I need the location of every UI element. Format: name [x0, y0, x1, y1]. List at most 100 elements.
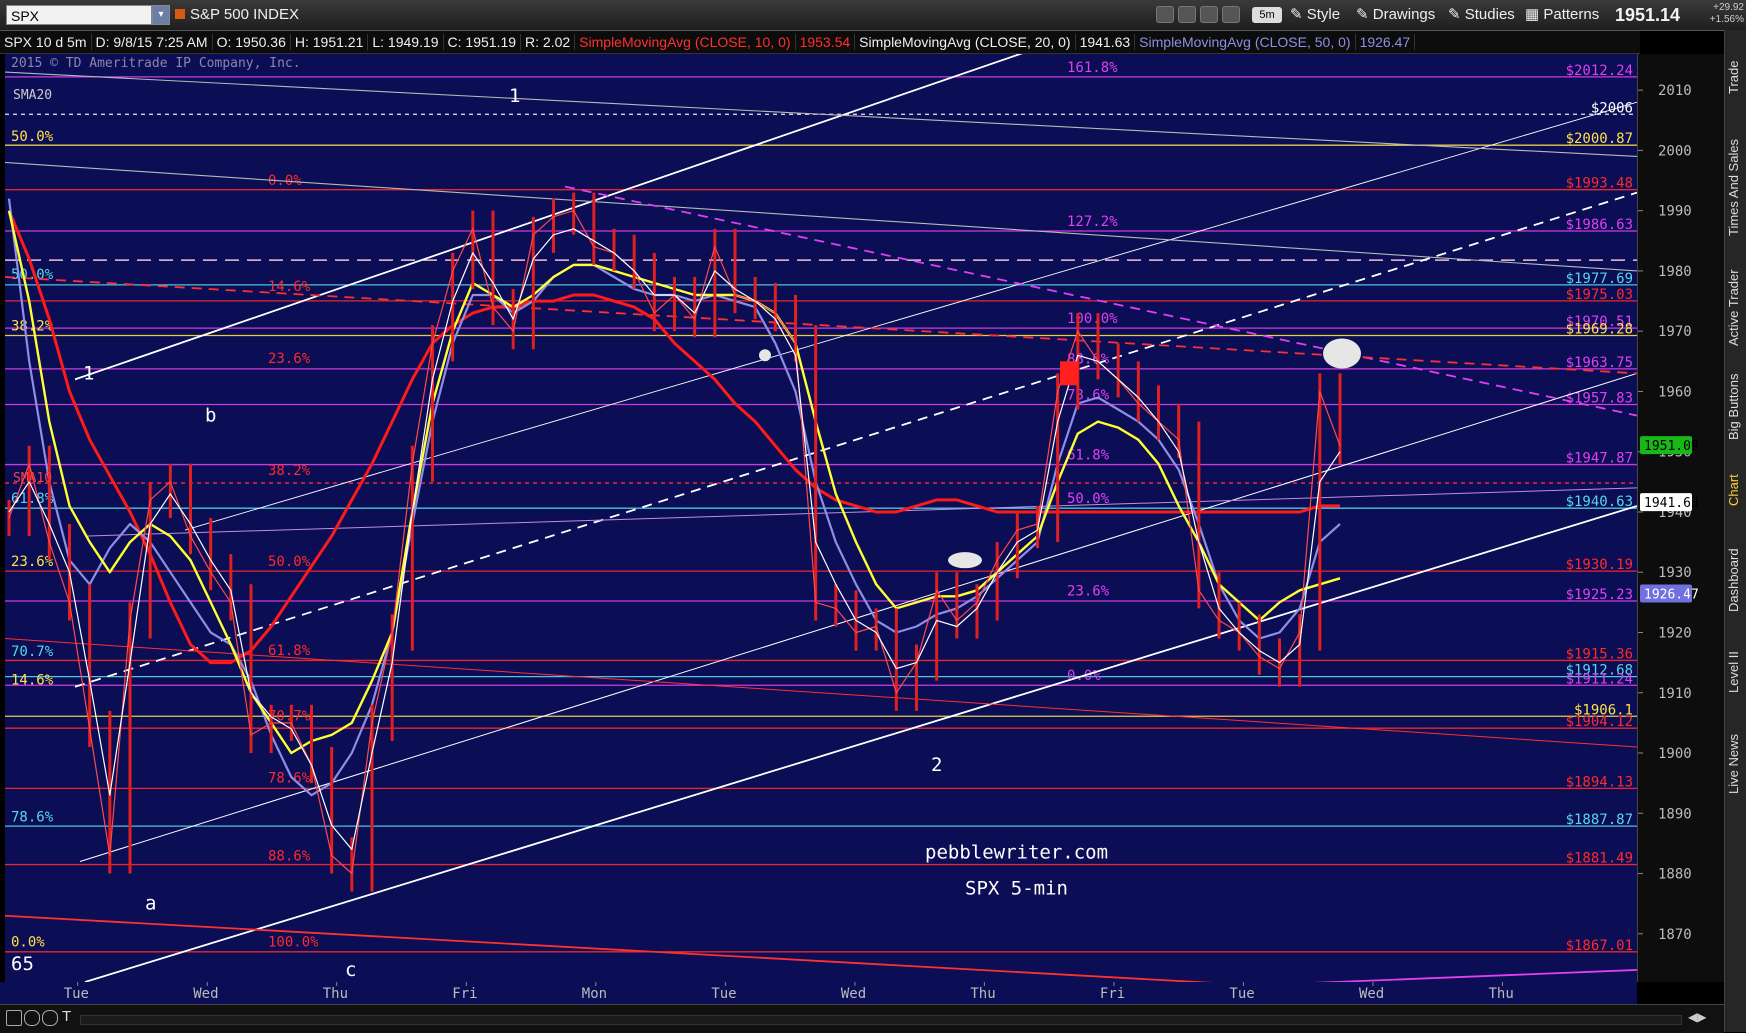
- sma20-value: 1941.63: [1075, 34, 1136, 50]
- x-tick-label: Fri: [1100, 986, 1125, 1002]
- fib-level-label: 50.0%: [11, 129, 54, 145]
- target-icon[interactable]: [1178, 6, 1196, 23]
- sma20-label[interactable]: SimpleMovingAvg (CLOSE, 20, 0): [855, 34, 1076, 50]
- tools-icon[interactable]: [1200, 6, 1218, 23]
- text-tool-icon[interactable]: T: [62, 1008, 71, 1025]
- wave-label: b: [205, 405, 216, 427]
- price-level-label: $1940.63: [1566, 494, 1633, 510]
- scroll-arrows-icon[interactable]: ◀▶: [1688, 1010, 1706, 1024]
- patterns-menu-button[interactable]: ▦ Patterns: [1525, 5, 1599, 25]
- y-tick-label: 1990: [1658, 204, 1692, 220]
- trend-line: [4, 276, 1638, 375]
- fib-level-label: 0.0%: [11, 934, 45, 950]
- bar-open: O: 1950.36: [212, 34, 291, 50]
- x-tick-label: Tue: [1229, 986, 1254, 1002]
- sma50-label[interactable]: SimpleMovingAvg (CLOSE, 50, 0): [1135, 34, 1356, 50]
- symbol-input[interactable]: SPX: [6, 5, 152, 25]
- wave-label: a: [145, 893, 156, 915]
- x-tick-label: Tue: [64, 986, 89, 1002]
- screenshot-icon[interactable]: [1156, 6, 1174, 23]
- studies-menu-button[interactable]: ✎ Studies: [1448, 5, 1515, 25]
- wave-label: 65: [11, 953, 34, 975]
- sma10-label[interactable]: SimpleMovingAvg (CLOSE, 10, 0): [575, 34, 796, 50]
- zoom-in-icon[interactable]: [24, 1010, 40, 1026]
- price-axis-svg: 1870188018901900191019201930194019501960…: [1638, 83, 1699, 943]
- x-tick-label: Wed: [193, 986, 218, 1002]
- price-badge-label: 1951.09: [1644, 439, 1699, 454]
- trend-line: [4, 914, 1306, 989]
- style-label: Style: [1306, 6, 1341, 23]
- watermark-title: SPX 5-min: [965, 878, 1068, 900]
- price-level-label: $1977.69: [1566, 271, 1633, 287]
- price-level-label: $1894.13: [1566, 774, 1633, 790]
- fib-level-label: 100.0%: [1067, 311, 1118, 327]
- fib-level-label: 78.6%: [11, 810, 54, 826]
- sidebar-tab-live-news[interactable]: Live News: [1726, 714, 1746, 814]
- sma10-value: 1953.54: [795, 34, 856, 50]
- fib-level-label: 88.6%: [268, 848, 311, 864]
- fib-level-label: 100.0%: [268, 934, 319, 950]
- fib-level-label: 38.2%: [268, 463, 311, 479]
- fib-level-label: 23.6%: [11, 554, 54, 570]
- x-tick-label: Mon: [582, 986, 607, 1002]
- fib-level-label: 61.8%: [1067, 448, 1110, 464]
- price-level-label: $2012.24: [1566, 63, 1633, 79]
- timeframe-selector[interactable]: 5m: [1252, 7, 1282, 23]
- sidebar-tab-times-and-sales[interactable]: Times And Sales: [1726, 122, 1746, 252]
- percent-change: +1.56%: [1709, 14, 1744, 25]
- x-tick-label: Thu: [970, 986, 995, 1002]
- sidebar-tab-chart[interactable]: Chart: [1726, 456, 1746, 524]
- symbol-dropdown-button[interactable]: ▾: [152, 5, 170, 25]
- sidebar-tab-trade[interactable]: Trade: [1726, 38, 1746, 116]
- sidebar-tab-level-ii[interactable]: Level II: [1726, 636, 1746, 708]
- change-readout: +29.92 +1.56%: [1700, 2, 1744, 26]
- y-tick-label: 1960: [1658, 384, 1692, 400]
- sma10-tag: SMA10: [13, 471, 52, 486]
- price-chart-svg: 2015 © TD Ameritrade IP Company, Inc. $20…: [4, 41, 1638, 989]
- sidebar-tab-big-buttons[interactable]: Big Buttons: [1726, 364, 1746, 450]
- chart-toolbar: SPX ▾ S&P 500 INDEX 5m ✎ Style ✎ Drawing…: [0, 0, 1746, 31]
- price-level-label: $1975.03: [1566, 287, 1633, 303]
- wave-label: 1: [83, 362, 94, 384]
- sidebar-tab-active-trader[interactable]: Active Trader: [1726, 258, 1746, 358]
- chart-plot-area[interactable]: 2015 © TD Ameritrade IP Company, Inc. $20…: [4, 41, 1638, 989]
- y-tick-label: 1880: [1658, 867, 1692, 883]
- fib-level-label: 50.0%: [268, 554, 311, 570]
- x-tick-label: Wed: [1359, 986, 1384, 1002]
- y-tick-label: 1910: [1658, 686, 1692, 702]
- fib-level-label: 70.7%: [11, 644, 54, 660]
- style-menu-button[interactable]: ✎ Style: [1290, 5, 1340, 25]
- marker-ellipse-large: [1323, 338, 1361, 369]
- price-level-label: $1887.87: [1566, 812, 1633, 828]
- net-change: +29.92: [1713, 2, 1744, 13]
- wrench-icon[interactable]: [1222, 6, 1240, 23]
- price-level-label: $2000.87: [1566, 131, 1633, 147]
- price-axis[interactable]: 1870188018901900191019201930194019501960…: [1637, 54, 1726, 982]
- drawings-menu-button[interactable]: ✎ Drawings: [1356, 5, 1435, 25]
- marker-ellipse: [948, 552, 982, 569]
- sidebar-tab-dashboard[interactable]: Dashboard: [1726, 530, 1746, 630]
- studies-label: Studies: [1464, 6, 1515, 23]
- price-level-label: $1947.87: [1566, 451, 1633, 467]
- time-axis[interactable]: Tue Wed Thu Fri Mon Tue Wed Thu Fri Tue Wed Thu: [0, 982, 1637, 1004]
- price-level-label: $1986.63: [1566, 217, 1633, 233]
- sma20-tag: SMA20: [13, 88, 52, 103]
- patterns-label: Patterns: [1543, 6, 1600, 23]
- price-level-label: $1881.49: [1566, 851, 1633, 867]
- time-axis-svg: Tue Wed Thu Fri Mon Tue Wed Thu Fri Tue Wed Thu: [64, 982, 1514, 1002]
- horizontal-scrollbar[interactable]: [80, 1015, 1682, 1025]
- zoom-out-icon[interactable]: [42, 1010, 58, 1026]
- price-level-label: $1867.01: [1566, 938, 1633, 954]
- price-level-label: $1915.36: [1566, 646, 1633, 662]
- y-tick-label: 2000: [1658, 143, 1692, 159]
- symbol-color-swatch: [175, 9, 185, 19]
- price-badge-label: 1926.47: [1644, 588, 1699, 603]
- x-tick-label: Thu: [1488, 986, 1513, 1002]
- y-tick-label: 1930: [1658, 565, 1692, 581]
- sma50-value: 1926.47: [1355, 34, 1416, 50]
- y-tick-label: 1970: [1658, 324, 1692, 340]
- zoom-fit-icon[interactable]: [6, 1010, 22, 1026]
- trend-line: [184, 101, 1638, 531]
- bar-close: C: 1951.19: [443, 34, 522, 50]
- marker-dot: [759, 349, 771, 362]
